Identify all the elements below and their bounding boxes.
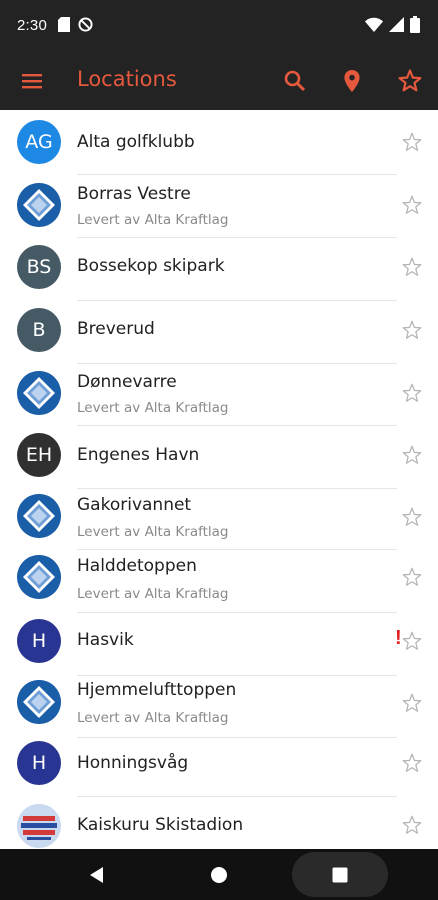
- list-item[interactable]: EH Engenes Havn: [0, 426, 438, 488]
- status-bar: 2:30: [0, 0, 438, 52]
- list-item[interactable]: AG Alta golfklubb: [0, 110, 438, 174]
- location-provider: Levert av Alta Kraftlag: [77, 710, 229, 726]
- star-outline-icon: [398, 69, 422, 92]
- list-item[interactable]: H Hasvik !: [0, 613, 438, 675]
- star-outline-icon[interactable]: [401, 131, 423, 153]
- location-name: Hasvik: [77, 630, 134, 650]
- wifi-icon: [365, 17, 383, 37]
- location-provider: Levert av Alta Kraftlag: [77, 400, 229, 416]
- avatar: B: [17, 308, 61, 352]
- page-title: Locations: [77, 67, 177, 91]
- location-pin-icon: [344, 70, 360, 92]
- location-name: Honningsvåg: [77, 753, 189, 773]
- sd-card-icon: [58, 17, 70, 37]
- location-name: Dønnevarre: [77, 372, 177, 392]
- list-item[interactable]: Borras Vestre Levert av Alta Kraftlag: [0, 175, 438, 237]
- avatar: AG: [17, 120, 61, 164]
- avatar: EH: [17, 433, 61, 477]
- status-time: 2:30: [17, 17, 47, 34]
- app-bar: Locations: [0, 52, 438, 110]
- location-name: Gakorivannet: [77, 495, 192, 515]
- location-name: Hjemmelufttoppen: [77, 680, 237, 700]
- location-provider: Levert av Alta Kraftlag: [77, 524, 229, 540]
- list-item[interactable]: BS Bossekop skipark: [0, 238, 438, 300]
- search-button[interactable]: [281, 67, 309, 95]
- list-item[interactable]: Gakorivannet Levert av Alta Kraftlag: [0, 489, 438, 549]
- signal-icon: [389, 17, 404, 37]
- star-outline-icon[interactable]: [401, 444, 423, 466]
- back-icon[interactable]: [88, 866, 106, 884]
- system-navigation-bar: [0, 849, 438, 900]
- kraftlag-logo-avatar: [17, 680, 61, 724]
- battery-icon: [410, 16, 420, 38]
- location-button[interactable]: [338, 67, 366, 95]
- search-icon: [284, 70, 306, 92]
- star-outline-icon[interactable]: [401, 752, 423, 774]
- location-name: Alta golfklubb: [77, 132, 195, 152]
- menu-button[interactable]: [20, 70, 44, 92]
- kraftlag-logo-avatar: [17, 494, 61, 538]
- location-name: Breverud: [77, 319, 155, 339]
- star-outline-icon[interactable]: [401, 692, 423, 714]
- location-name: Halddetoppen: [77, 556, 197, 576]
- avatar: BS: [17, 245, 61, 289]
- star-outline-icon[interactable]: [401, 382, 423, 404]
- kraftlag-logo-avatar: [17, 371, 61, 415]
- list-item[interactable]: Kaiskuru Skistadion: [0, 797, 438, 849]
- star-outline-icon[interactable]: [401, 630, 423, 652]
- star-outline-icon[interactable]: [401, 319, 423, 341]
- star-outline-icon[interactable]: [401, 256, 423, 278]
- kraftlag-logo-avatar: [17, 183, 61, 227]
- star-outline-icon[interactable]: [401, 814, 423, 836]
- location-name: Engenes Havn: [77, 445, 200, 465]
- kraftlag-logo-avatar: [17, 555, 61, 599]
- star-outline-icon[interactable]: [401, 506, 423, 528]
- location-provider: Levert av Alta Kraftlag: [77, 586, 229, 602]
- no-disturb-icon: [78, 17, 93, 37]
- home-icon[interactable]: [210, 866, 228, 884]
- star-outline-icon[interactable]: [401, 566, 423, 588]
- avatar: H: [17, 741, 61, 785]
- poster-avatar: [17, 804, 61, 848]
- favorites-button[interactable]: [396, 67, 424, 95]
- list-item[interactable]: Hjemmelufttoppen Levert av Alta Kraftlag: [0, 676, 438, 737]
- hamburger-menu-icon: [22, 74, 42, 89]
- star-outline-icon[interactable]: [401, 194, 423, 216]
- list-item[interactable]: Halddetoppen Levert av Alta Kraftlag: [0, 550, 438, 612]
- location-name: Bossekop skipark: [77, 256, 225, 276]
- list-item[interactable]: H Honningsvåg: [0, 738, 438, 800]
- location-name: Borras Vestre: [77, 184, 191, 204]
- avatar: H: [17, 619, 61, 663]
- list-item[interactable]: B Breverud: [0, 301, 438, 363]
- location-provider: Levert av Alta Kraftlag: [77, 212, 229, 228]
- recents-icon[interactable]: [332, 867, 348, 883]
- location-name: Kaiskuru Skistadion: [77, 815, 244, 835]
- list-item[interactable]: Dønnevarre Levert av Alta Kraftlag: [0, 364, 438, 425]
